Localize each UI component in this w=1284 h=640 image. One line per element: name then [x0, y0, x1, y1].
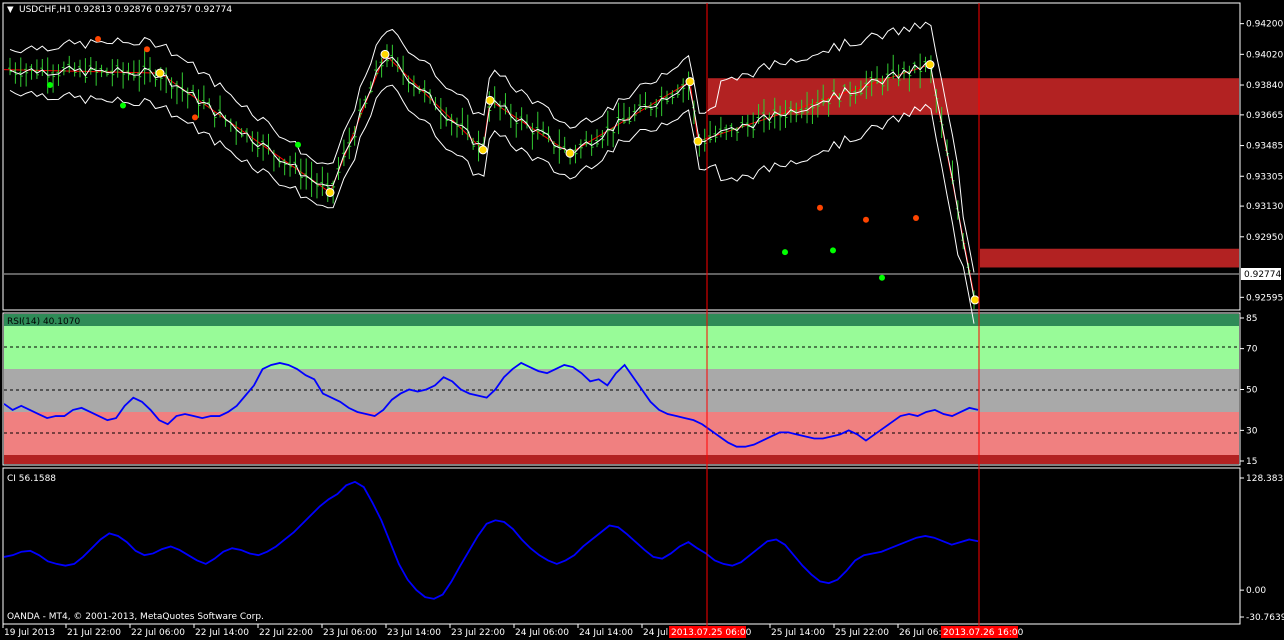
rsi-tick-label: 70	[1246, 345, 1258, 355]
rsi-title: RSI(14) 40.1070	[7, 317, 80, 327]
signal-high-marker	[817, 204, 823, 211]
copyright: OANDA - MT4, © 2001-2013, MetaQuotes Sof…	[7, 612, 264, 622]
rsi-tick-label: 50	[1246, 386, 1258, 396]
time-highlight-2: 2013.07.26 16:00	[943, 628, 1024, 638]
ci-axis: 128.3831 0.00 -30.7639	[1240, 474, 1284, 623]
ci-tick-label: -30.7639	[1246, 613, 1284, 623]
price-tick-label: 0.93665	[1246, 111, 1283, 121]
zigzag-point	[693, 136, 703, 146]
price-tick-label: 0.94200	[1246, 20, 1283, 30]
resistance-zone	[708, 78, 1239, 115]
price-tick-label: 0.92950	[1246, 233, 1283, 243]
signal-low-marker	[782, 249, 788, 256]
price-tick-label: 0.93485	[1246, 142, 1283, 152]
price-tick-label: 0.93840	[1246, 81, 1283, 91]
zigzag-point	[970, 295, 980, 305]
time-tick-label: 24 Jul 06:00	[515, 628, 569, 638]
zigzag-point	[325, 187, 335, 197]
support-zone	[980, 248, 1239, 268]
rsi-tick-label: 85	[1246, 314, 1257, 324]
price-tick-label: 0.93305	[1246, 172, 1283, 182]
time-tick-label: 22 Jul 14:00	[195, 628, 249, 638]
time-tick-label: 25 Jul 22:00	[835, 628, 889, 638]
rsi-tick-label: 30	[1246, 426, 1258, 436]
price-tick-label: 0.93130	[1246, 202, 1283, 212]
time-tick-label: 23 Jul 22:00	[451, 628, 505, 638]
signal-low-marker	[830, 247, 836, 254]
zigzag-point	[155, 68, 165, 78]
price-tick-label: 0.92595	[1246, 293, 1283, 303]
rsi-band-overbought-dark	[4, 314, 1239, 326]
rsi-band-overbought	[4, 326, 1239, 369]
rsi-band-neutral	[4, 369, 1239, 412]
ci-panel-frame	[2, 467, 1241, 625]
rsi-bands	[4, 314, 1239, 464]
rsi-axis: 85 70 50 30 15	[1240, 314, 1258, 467]
time-highlight-1: 2013.07.25 06:00	[671, 628, 752, 638]
ci-tick-label: 0.00	[1246, 586, 1266, 596]
time-tick-label: 26 Jul 06:	[899, 628, 942, 638]
signal-high-marker	[192, 114, 198, 121]
ci-tick-label: 128.3831	[1246, 474, 1284, 484]
zigzag-point	[925, 60, 935, 70]
ci-title: CI 56.1588	[7, 474, 56, 484]
time-tick-label: 24 Jul 14:00	[579, 628, 633, 638]
signal-high-marker	[95, 35, 101, 42]
current-price-label: 0.92774	[1244, 270, 1281, 280]
rsi-band-oversold-dark	[4, 455, 1239, 464]
rsi-tick-label: 15	[1246, 457, 1257, 467]
time-tick-label: 19 Jul 2013	[4, 628, 55, 638]
rsi-band-oversold	[4, 412, 1239, 455]
time-tick-label: 24 Jul	[643, 628, 668, 638]
chart-canvas[interactable]: 0.92774 0.94200 0.94020 0.93840 0.93665 0.93…	[0, 0, 1284, 640]
zigzag-point	[485, 95, 495, 105]
time-tick-label: 23 Jul 06:00	[323, 628, 377, 638]
signal-low-marker	[295, 141, 301, 148]
time-tick-label: 25 Jul 14:00	[771, 628, 825, 638]
zigzag-point	[685, 77, 695, 87]
signal-high-marker	[863, 216, 869, 223]
time-tick-label: 22 Jul 06:00	[131, 628, 185, 638]
zigzag-point	[478, 145, 488, 155]
zigzag-point	[565, 148, 575, 158]
time-axis: 19 Jul 2013 21 Jul 22:00 22 Jul 06:00 22 Ju…	[2, 624, 942, 638]
signal-high-marker	[144, 46, 150, 53]
price-axis: 0.94200 0.94020 0.93840 0.93665 0.93485 0.933…	[1240, 20, 1283, 303]
signal-low-marker	[879, 274, 885, 281]
time-tick-label: 22 Jul 22:00	[259, 628, 313, 638]
menu-glyph[interactable]: ▼	[7, 5, 14, 15]
zigzag-point	[380, 49, 390, 59]
time-tick-label: 23 Jul 14:00	[387, 628, 441, 638]
signal-low-marker	[120, 102, 126, 109]
symbol-header: USDCHF,H1 0.92813 0.92876 0.92757 0.9277…	[19, 5, 232, 15]
signal-low-marker	[47, 82, 53, 89]
price-tick-label: 0.94020	[1246, 50, 1283, 60]
time-tick-label: 21 Jul 22:00	[67, 628, 121, 638]
signal-high-marker	[913, 215, 919, 222]
